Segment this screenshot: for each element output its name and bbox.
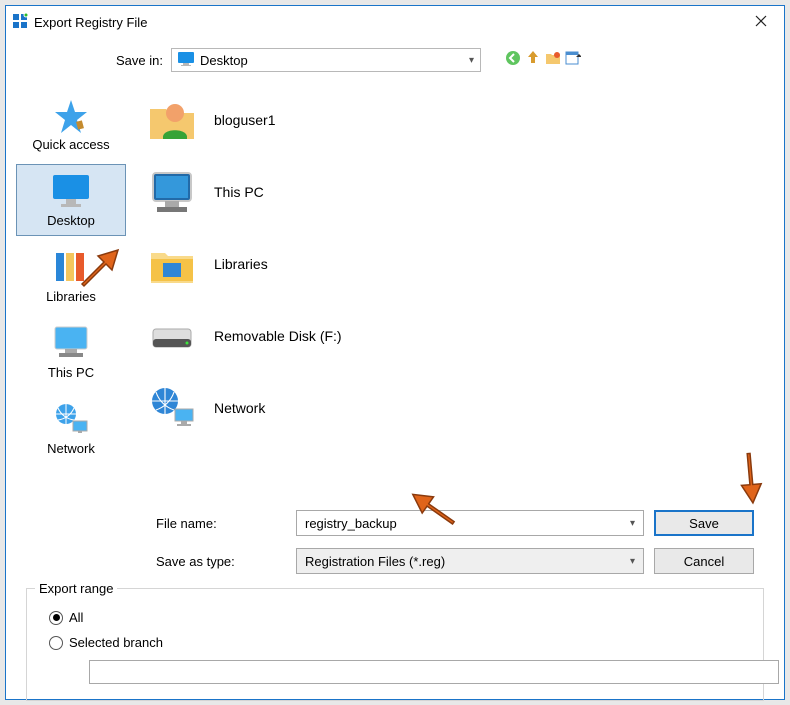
- file-list[interactable]: bloguser1 This PC Libraries Removable Di…: [136, 82, 784, 502]
- chevron-down-icon: ▾: [630, 518, 635, 529]
- user-folder-icon: [146, 94, 198, 146]
- save-button[interactable]: Save: [654, 510, 754, 536]
- file-label: bloguser1: [214, 112, 276, 128]
- radio-all-label: All: [69, 610, 83, 625]
- list-item[interactable]: Removable Disk (F:): [146, 304, 774, 368]
- sidebar-item-libraries[interactable]: Libraries: [16, 240, 126, 312]
- export-dialog: Export Registry File Save in: Desktop ▾: [5, 5, 785, 700]
- radio-icon: [49, 636, 63, 650]
- save-in-dropdown[interactable]: Desktop ▾: [171, 48, 481, 72]
- list-item[interactable]: Network: [146, 376, 774, 440]
- shortcut-sidebar: Quick access Desktop Libraries This PC: [6, 82, 136, 502]
- filename-value: registry_backup: [305, 516, 397, 531]
- chevron-down-icon: ▾: [469, 55, 474, 66]
- sidebar-label: Desktop: [47, 213, 95, 228]
- removable-disk-icon: [146, 310, 198, 362]
- sidebar-item-network[interactable]: Network: [16, 392, 126, 464]
- libraries-icon: [51, 249, 91, 285]
- filetype-select[interactable]: Registration Files (*.reg) ▾: [296, 548, 644, 574]
- this-pc-icon: [51, 325, 91, 361]
- save-in-row: Save in: Desktop ▾: [6, 38, 784, 82]
- radio-selected-branch[interactable]: Selected branch: [49, 635, 751, 650]
- file-label: Removable Disk (F:): [214, 328, 342, 344]
- chevron-down-icon: ▾: [630, 556, 635, 567]
- quick-access-icon: [51, 97, 91, 133]
- sidebar-item-desktop[interactable]: Desktop: [16, 164, 126, 236]
- title-text: Export Registry File: [34, 15, 147, 30]
- sidebar-item-this-pc[interactable]: This PC: [16, 316, 126, 388]
- export-range-legend: Export range: [35, 581, 117, 596]
- desktop-sidebar-icon: [51, 173, 91, 209]
- back-icon[interactable]: [505, 50, 521, 71]
- dialog-body: Quick access Desktop Libraries This PC: [6, 82, 784, 502]
- sidebar-item-quick-access[interactable]: Quick access: [16, 88, 126, 160]
- sidebar-label: Network: [47, 441, 95, 456]
- close-button[interactable]: [738, 6, 784, 38]
- filename-section: File name: registry_backup ▾ Save Save a…: [6, 502, 784, 582]
- list-item[interactable]: bloguser1: [146, 88, 774, 152]
- radio-branch-label: Selected branch: [69, 635, 163, 650]
- view-menu-icon[interactable]: [565, 50, 581, 71]
- up-icon[interactable]: [525, 50, 541, 71]
- network-icon: [51, 401, 91, 437]
- this-pc-file-icon: [146, 166, 198, 218]
- toolbar-icons: [505, 50, 581, 71]
- list-item[interactable]: This PC: [146, 160, 774, 224]
- save-in-label: Save in:: [116, 53, 163, 68]
- sidebar-label: Quick access: [32, 137, 109, 152]
- branch-path-input[interactable]: [89, 660, 779, 684]
- title-icon: [12, 13, 28, 32]
- filetype-label: Save as type:: [156, 554, 286, 569]
- list-item[interactable]: Libraries: [146, 232, 774, 296]
- filename-input[interactable]: registry_backup ▾: [296, 510, 644, 536]
- file-label: This PC: [214, 184, 264, 200]
- cancel-button[interactable]: Cancel: [654, 548, 754, 574]
- file-label: Network: [214, 400, 265, 416]
- export-range-group: Export range All Selected branch: [26, 588, 764, 701]
- sidebar-label: This PC: [48, 365, 94, 380]
- filename-label: File name:: [156, 516, 286, 531]
- desktop-icon: [178, 52, 194, 69]
- radio-all[interactable]: All: [49, 610, 751, 625]
- close-icon: [755, 14, 767, 30]
- libraries-file-icon: [146, 238, 198, 290]
- sidebar-label: Libraries: [46, 289, 96, 304]
- radio-icon: [49, 611, 63, 625]
- save-in-value: Desktop: [200, 53, 248, 68]
- file-label: Libraries: [214, 256, 268, 272]
- new-folder-icon[interactable]: [545, 50, 561, 71]
- filetype-value: Registration Files (*.reg): [305, 554, 445, 569]
- titlebar: Export Registry File: [6, 6, 784, 38]
- network-file-icon: [146, 382, 198, 434]
